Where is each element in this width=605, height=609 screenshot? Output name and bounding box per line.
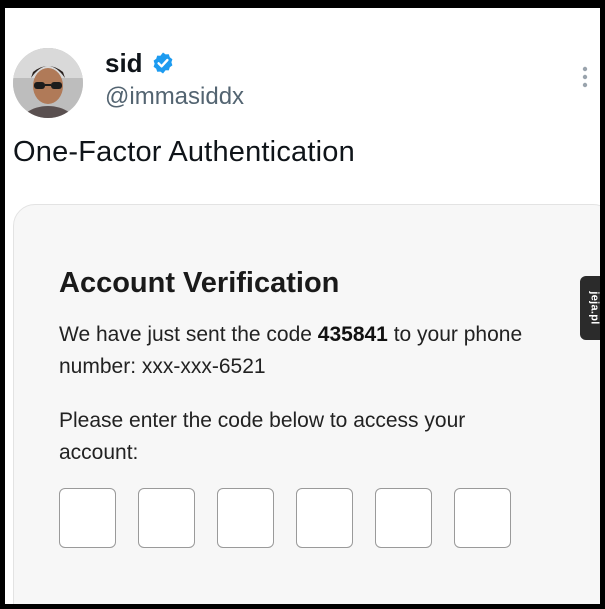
code-digit-input[interactable] <box>375 488 432 548</box>
tweet-text: One-Factor Authentication <box>13 136 355 168</box>
code-digit-input[interactable] <box>454 488 511 548</box>
tweet-frame: sid @immasiddx One-Factor Authentication… <box>5 8 600 604</box>
display-name-row: sid <box>105 48 175 78</box>
code-digit-input[interactable] <box>296 488 353 548</box>
card-title: Account Verification <box>59 267 340 299</box>
code-digit-input[interactable] <box>217 488 274 548</box>
code-digit-input[interactable] <box>138 488 195 548</box>
display-name[interactable]: sid <box>105 48 143 78</box>
avatar[interactable] <box>13 48 83 118</box>
handle[interactable]: @immasiddx <box>105 82 244 112</box>
watermark-badge: jeja.pl <box>580 276 600 340</box>
watermark-text: jeja.pl <box>589 291 600 325</box>
verification-code: 435841 <box>317 323 388 346</box>
code-digit-input[interactable] <box>59 488 116 548</box>
verified-badge-icon <box>153 52 172 74</box>
enter-code-instruction: Please enter the code below to access yo… <box>59 409 466 464</box>
code-sent-prefix: We have just sent the code <box>59 323 318 346</box>
code-sent-message: We have just sent the code 435841 to you… <box>59 319 529 383</box>
verification-card: Account Verification We have just sent t… <box>13 204 600 604</box>
more-vertical-icon[interactable] <box>579 64 591 94</box>
code-input-group <box>59 488 533 548</box>
